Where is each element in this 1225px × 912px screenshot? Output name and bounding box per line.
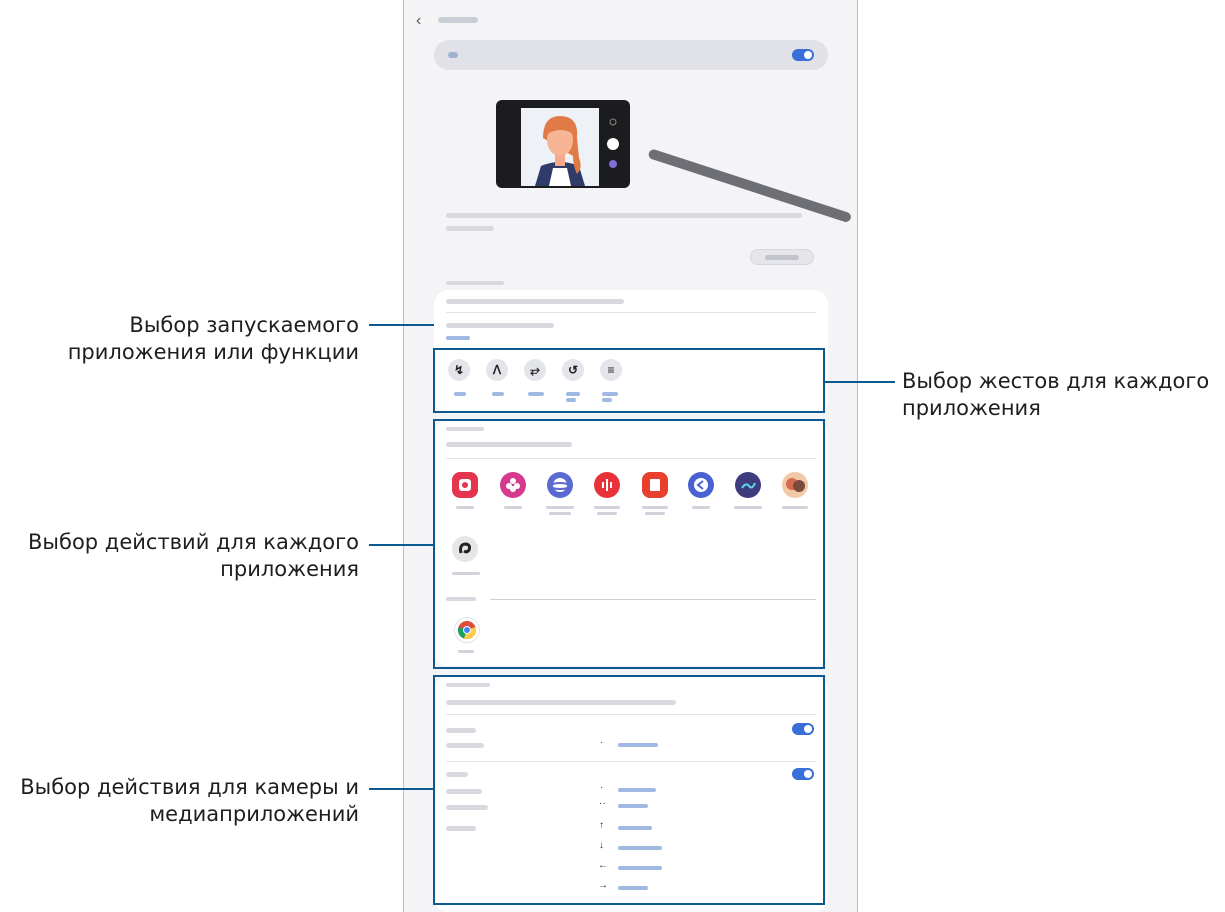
- leader-app-actions: [369, 544, 433, 546]
- callout-app-actions: Выбор действий для каждого приложения: [28, 529, 359, 583]
- launch-app-setting[interactable]: [446, 323, 554, 328]
- description-text-2: [446, 226, 494, 231]
- section-header: [446, 281, 504, 285]
- callout-line: приложения: [220, 557, 359, 581]
- camera-illustration: [496, 100, 630, 188]
- master-switch-bar[interactable]: [434, 40, 828, 70]
- callout-line: Выбор действий для каждого: [28, 530, 359, 554]
- learn-more-button[interactable]: [750, 249, 814, 265]
- launch-app-value: [446, 336, 470, 340]
- callout-line: приложения или функции: [67, 340, 359, 364]
- back-icon[interactable]: ‹: [416, 12, 421, 30]
- callout-gestures: Выбор жестов для каждого приложения: [902, 368, 1209, 422]
- leader-camera-media: [369, 788, 433, 790]
- callout-camera-media: Выбор действия для камеры и медиаприложе…: [20, 774, 359, 828]
- callout-line: медиаприложений: [149, 802, 359, 826]
- camera-controls: [607, 118, 619, 168]
- divider: [446, 312, 816, 313]
- callout-line: приложения: [902, 396, 1041, 420]
- app-card-title: [446, 299, 624, 304]
- master-toggle[interactable]: [792, 49, 814, 61]
- app-actions-highlight: [433, 419, 825, 669]
- leader-launch-app: [369, 324, 434, 326]
- camera-media-highlight: [433, 675, 825, 905]
- description-text: [446, 213, 802, 218]
- callout-line: Выбор действия для камеры и: [20, 775, 359, 799]
- callout-line: Выбор жестов для каждого: [902, 369, 1210, 393]
- master-switch-label: [448, 52, 458, 58]
- page-title: [438, 17, 478, 23]
- callout-launch-app: Выбор запускаемого приложения или функци…: [68, 312, 359, 366]
- gestures-highlight: [433, 348, 825, 413]
- leader-gestures: [825, 381, 895, 383]
- s-pen-illustration: [647, 148, 853, 224]
- callout-line: Выбор запускаемого: [129, 313, 359, 337]
